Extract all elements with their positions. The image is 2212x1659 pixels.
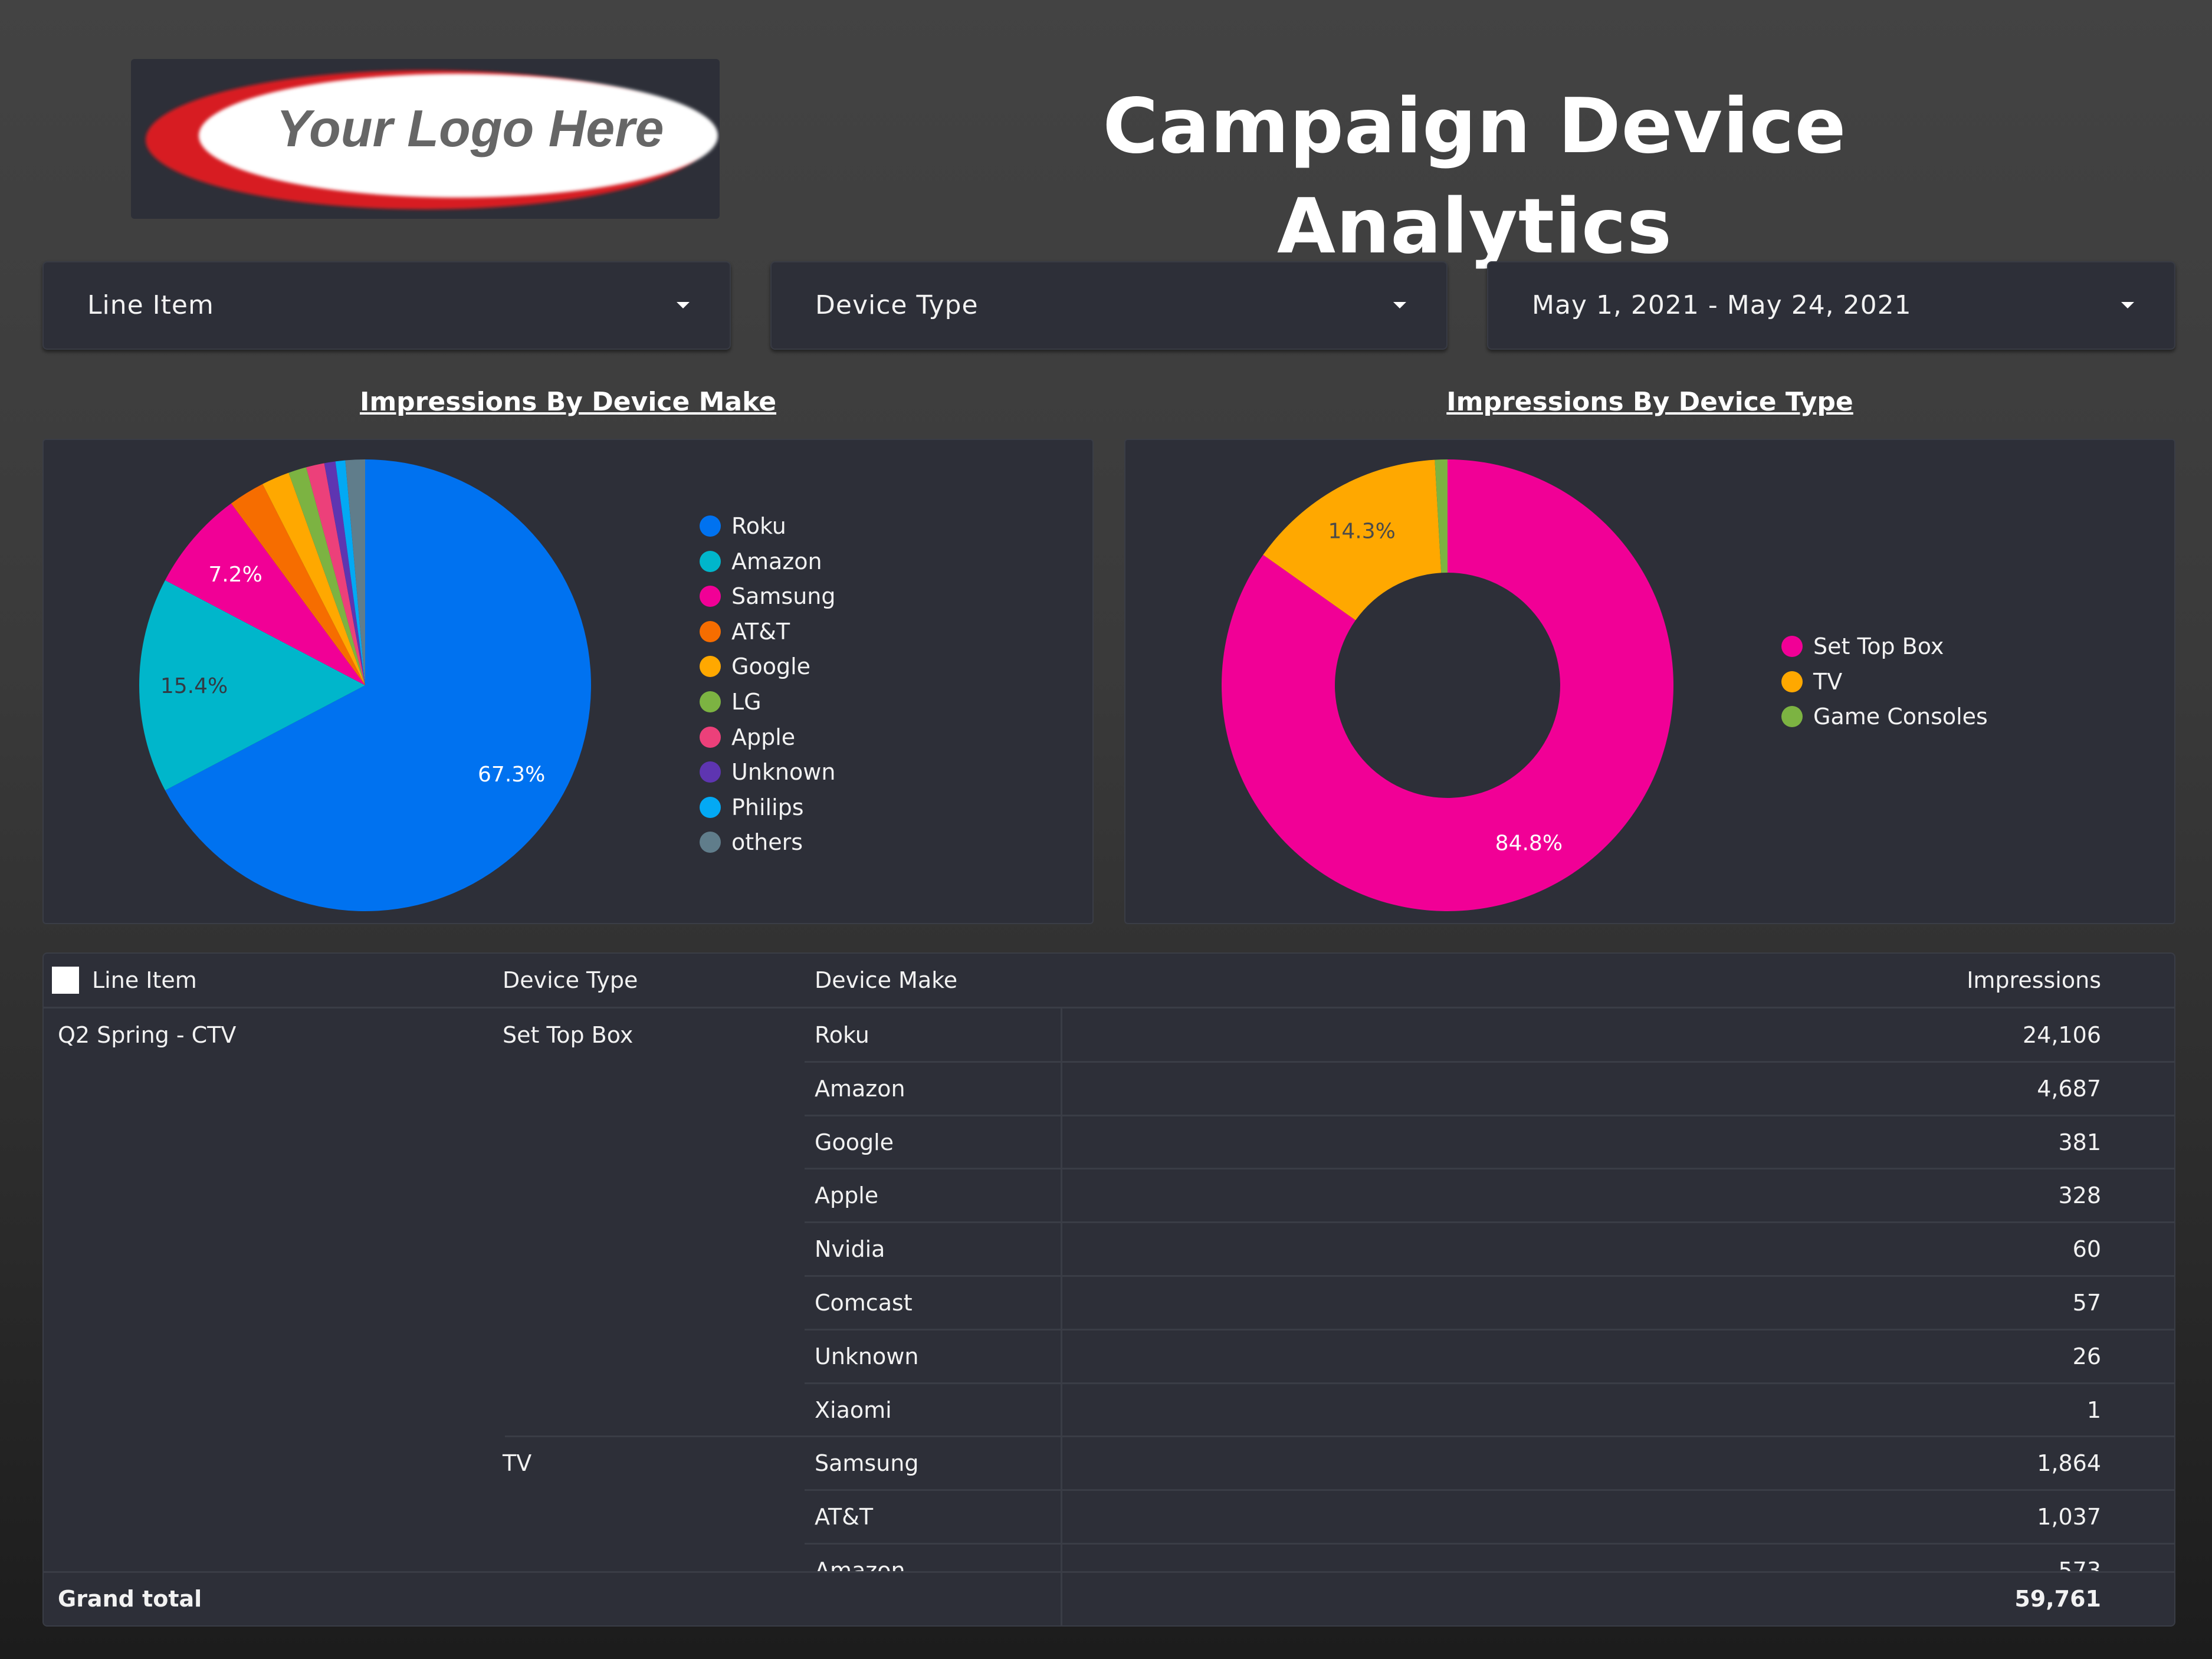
caret-down-icon	[2121, 302, 2134, 308]
impressions-cell: 4,687	[2037, 1075, 2101, 1102]
legend-label: Philips	[731, 794, 804, 820]
legend-item-at-t[interactable]: AT&T	[700, 615, 790, 648]
impressions-table: Line Item Device Type Device Make Impres…	[42, 952, 2175, 1627]
line-item-filter[interactable]: Line Item	[42, 261, 731, 350]
column-divider	[1061, 1008, 1062, 1625]
legend-dot-icon	[700, 761, 721, 783]
column-header-impressions[interactable]: Impressions	[1577, 954, 2101, 1007]
device-type-filter-label: Device Type	[815, 290, 979, 320]
caret-down-icon	[1393, 302, 1406, 308]
device-make-cell: Comcast	[815, 1290, 913, 1316]
legend-item-roku[interactable]: Roku	[700, 510, 786, 543]
data-label-set-top-box: 84.8%	[1495, 831, 1563, 855]
device-type-chart-title: Impressions By Device Type	[1446, 387, 1853, 417]
legend-label: AT&T	[731, 618, 790, 645]
line-item-filter-label: Line Item	[87, 290, 214, 320]
legend-dot-icon	[700, 656, 721, 678]
device-type-chart-panel: 84.8% 14.3% Set Top Box TV Game Consoles	[1124, 439, 2175, 924]
legend-dot-icon	[700, 620, 721, 642]
legend-label: Apple	[731, 724, 796, 750]
legend-label: TV	[1813, 668, 1843, 695]
device-make-cell: Roku	[815, 1022, 869, 1048]
impressions-cell: 24,106	[2023, 1022, 2101, 1048]
date-range-filter-label: May 1, 2021 - May 24, 2021	[1532, 290, 1912, 320]
device-make-chart-title: Impressions By Device Make	[359, 387, 777, 417]
caret-down-icon	[677, 302, 690, 308]
legend-item-apple[interactable]: Apple	[700, 721, 795, 754]
legend-item-tv[interactable]: TV	[1781, 665, 1842, 698]
impressions-cell: 1,037	[2037, 1504, 2101, 1530]
device-type-cell: Set Top Box	[503, 1022, 634, 1048]
column-header-line-item[interactable]: Line Item	[92, 954, 197, 1007]
logo-image: Your Logo Here	[146, 70, 718, 209]
date-range-filter[interactable]: May 1, 2021 - May 24, 2021	[1487, 261, 2175, 350]
device-type-filter[interactable]: Device Type	[770, 261, 1448, 350]
legend-label: Roku	[731, 513, 786, 539]
device-make-cell: Google	[815, 1129, 894, 1155]
legend-dot-icon	[1781, 706, 1803, 728]
device-make-cell: Samsung	[815, 1450, 919, 1477]
legend-label: Google	[731, 653, 811, 680]
device-make-cell: AT&T	[815, 1504, 874, 1530]
device-type-cell: TV	[503, 1450, 532, 1477]
column-header-device-type[interactable]: Device Type	[503, 954, 638, 1007]
legend-dot-icon	[700, 796, 721, 818]
legend-item-amazon[interactable]: Amazon	[700, 545, 822, 578]
device-make-cell: Amazon	[815, 1075, 905, 1102]
impressions-cell: 26	[2072, 1343, 2101, 1369]
impressions-cell: 60	[2072, 1236, 2101, 1263]
data-label-tv: 14.3%	[1328, 520, 1395, 544]
line-item-cell: Q2 Spring - CTV	[58, 1022, 237, 1048]
impressions-cell: 1,864	[2037, 1450, 2101, 1477]
legend-dot-icon	[700, 726, 721, 748]
legend-dot-icon	[700, 832, 721, 853]
device-make-pie-chart: 67.3% 15.4% 7.2%	[139, 459, 591, 911]
legend-dot-icon	[700, 586, 721, 607]
legend-label: LG	[731, 689, 762, 715]
impressions-cell: 381	[2058, 1129, 2101, 1155]
legend-dot-icon	[1781, 636, 1803, 657]
legend-dot-icon	[1781, 671, 1803, 692]
legend-label: Samsung	[731, 583, 836, 610]
device-make-cell: Xiaomi	[815, 1397, 892, 1423]
select-all-checkbox[interactable]	[52, 967, 79, 994]
legend-item-philips[interactable]: Philips	[700, 791, 804, 824]
device-make-cell: Unknown	[815, 1343, 919, 1369]
data-label-amazon: 15.4%	[160, 674, 228, 698]
device-make-chart-panel: 67.3% 15.4% 7.2% Roku Amazon Samsung AT&T Goog…	[42, 439, 1094, 924]
data-label-samsung: 7.2%	[208, 563, 262, 587]
legend-item-google[interactable]: Google	[700, 650, 810, 683]
device-make-cell: Nvidia	[815, 1236, 885, 1263]
legend-label: Amazon	[731, 548, 822, 574]
legend-dot-icon	[700, 691, 721, 712]
impressions-cell: 328	[2058, 1182, 2101, 1209]
legend-item-lg[interactable]: LG	[700, 685, 762, 718]
legend-label: Game Consoles	[1813, 704, 1988, 730]
page-title: Campaign Device Analytics	[1102, 83, 1847, 271]
legend-label: Set Top Box	[1813, 633, 1944, 659]
grand-total-value: 59,761	[2014, 1586, 2101, 1612]
legend-item-set-top-box[interactable]: Set Top Box	[1781, 630, 1944, 663]
device-type-donut-chart: 84.8% 14.3%	[1222, 459, 1673, 911]
legend-dot-icon	[700, 515, 721, 537]
logo: Your Logo Here	[131, 59, 720, 219]
legend-item-others[interactable]: others	[700, 826, 803, 859]
legend-item-game-consoles[interactable]: Game Consoles	[1781, 700, 1988, 733]
column-header-device-make[interactable]: Device Make	[815, 954, 957, 1007]
logo-text: Your Logo Here	[277, 99, 664, 157]
device-make-cell: Apple	[815, 1182, 879, 1209]
legend-item-unknown[interactable]: Unknown	[700, 755, 835, 789]
legend-item-samsung[interactable]: Samsung	[700, 580, 836, 613]
legend-label: others	[731, 829, 803, 856]
legend-label: Unknown	[731, 759, 836, 786]
grand-total-label: Grand total	[58, 1586, 202, 1612]
impressions-cell: 1	[2086, 1397, 2101, 1423]
legend-dot-icon	[700, 550, 721, 572]
impressions-cell: 57	[2072, 1290, 2101, 1316]
data-label-roku: 67.3%	[478, 763, 545, 787]
